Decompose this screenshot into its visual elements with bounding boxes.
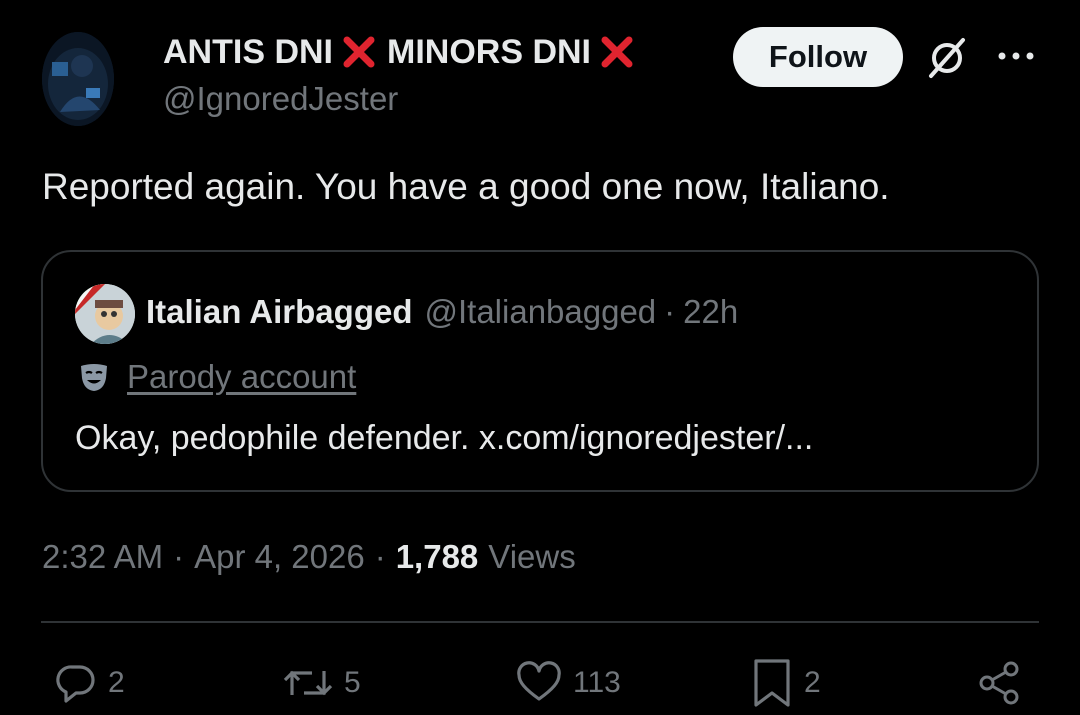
tweet-meta: 2:32 AM · Apr 4, 2026 · 1,788 Views bbox=[42, 534, 576, 580]
repost-button[interactable]: 5 bbox=[282, 656, 361, 710]
separator-dot: · bbox=[374, 538, 386, 575]
bookmark-count: 2 bbox=[804, 666, 821, 699]
share-icon bbox=[979, 661, 1019, 705]
author-display-name[interactable]: ANTIS DNI MINORS DNI bbox=[163, 30, 645, 74]
quoted-author-name[interactable]: Italian Airbagged bbox=[146, 293, 412, 331]
separator-dot: · bbox=[173, 538, 185, 575]
quoted-header: Italian Airbagged @Italianbagged · 22h bbox=[146, 290, 738, 334]
repost-count: 5 bbox=[344, 666, 361, 699]
more-icon[interactable] bbox=[996, 46, 1036, 66]
cross-mark-emoji-icon bbox=[601, 36, 633, 68]
follow-button[interactable]: Follow bbox=[733, 27, 903, 87]
like-icon bbox=[517, 661, 561, 701]
parody-account-link[interactable]: Parody account bbox=[127, 358, 356, 396]
repost-icon bbox=[283, 670, 333, 696]
tweet-text: Reported again. You have a good one now,… bbox=[42, 166, 890, 207]
author-handle[interactable]: @IgnoredJester bbox=[163, 80, 398, 118]
display-name-part1[interactable]: ANTIS DNI bbox=[163, 33, 333, 72]
quoted-tweet-text: Okay, pedophile defender. x.com/ignoredj… bbox=[75, 419, 814, 457]
views-count[interactable]: 1,788 bbox=[396, 538, 479, 576]
cross-mark-emoji-icon bbox=[343, 36, 375, 68]
bookmark-icon bbox=[754, 659, 790, 707]
parody-label-row: Parody account bbox=[77, 355, 356, 399]
quoted-author-avatar[interactable] bbox=[75, 284, 135, 344]
divider bbox=[41, 621, 1039, 623]
like-button[interactable]: 113 bbox=[515, 656, 621, 710]
like-count: 113 bbox=[573, 666, 621, 699]
mask-icon bbox=[81, 364, 107, 391]
quoted-tweet-card[interactable]: Italian Airbagged @Italianbagged · 22h P… bbox=[41, 250, 1039, 492]
quoted-timestamp[interactable]: 22h bbox=[683, 293, 738, 331]
display-name-part2[interactable]: MINORS DNI bbox=[387, 33, 591, 72]
reply-button[interactable]: 2 bbox=[54, 656, 125, 710]
author-avatar[interactable] bbox=[42, 32, 114, 126]
grok-icon[interactable] bbox=[925, 36, 969, 80]
reply-icon bbox=[56, 665, 95, 703]
tweet-detail: ANTIS DNI MINORS DNI @IgnoredJester Foll… bbox=[0, 0, 1080, 715]
tweet-time[interactable]: 2:32 AM bbox=[42, 538, 163, 576]
share-button[interactable] bbox=[975, 656, 1033, 710]
reply-count: 2 bbox=[108, 666, 125, 699]
quoted-author-handle[interactable]: @Italianbagged bbox=[424, 293, 656, 331]
bookmark-button[interactable]: 2 bbox=[750, 656, 821, 710]
views-label[interactable]: Views bbox=[488, 538, 575, 576]
separator-dot: · bbox=[664, 293, 676, 330]
tweet-date[interactable]: Apr 4, 2026 bbox=[194, 538, 365, 576]
